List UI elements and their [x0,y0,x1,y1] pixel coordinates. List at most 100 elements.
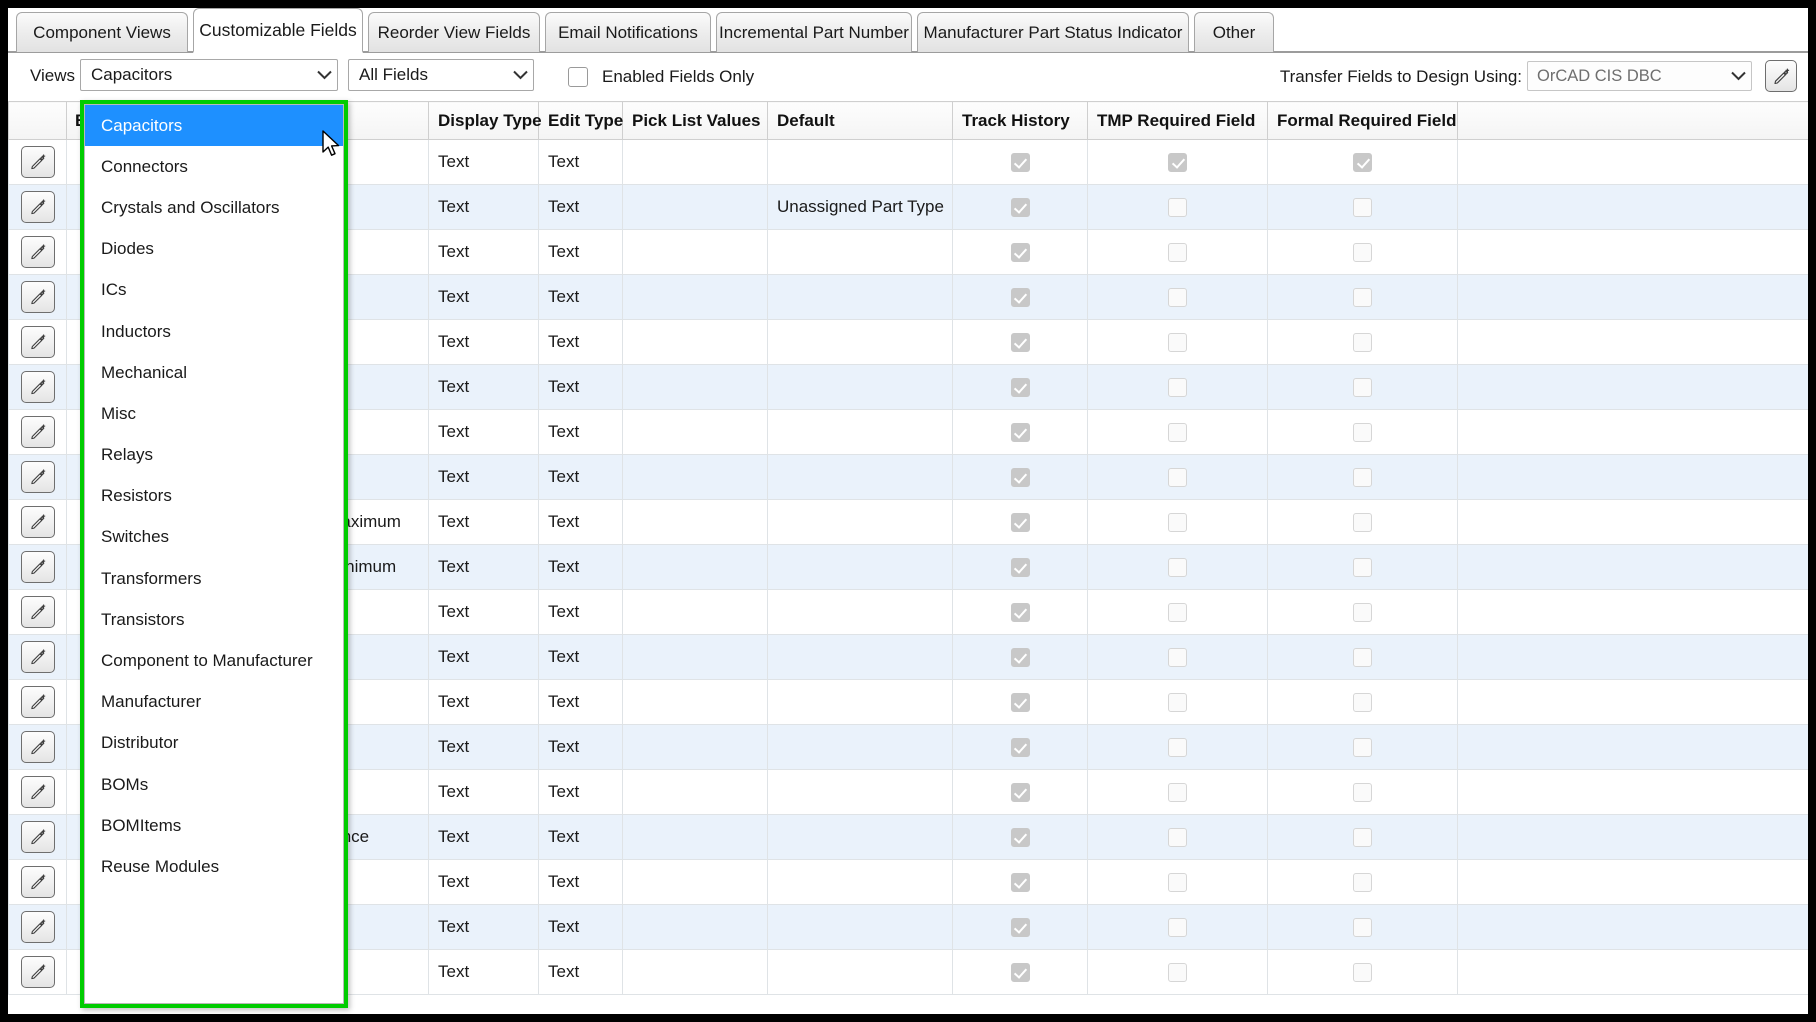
row-edit-button[interactable] [21,191,55,223]
views-dropdown-item[interactable]: Misc [85,393,343,434]
views-dropdown-item[interactable]: Component to Manufacturer [85,640,343,681]
tab-reorder-view-fields[interactable]: Reorder View Fields [368,12,540,52]
tmp-required-checkbox[interactable] [1168,468,1187,487]
tmp-required-checkbox[interactable] [1168,963,1187,982]
views-dropdown-item[interactable]: Distributor [85,723,343,764]
row-edit-button[interactable] [21,911,55,943]
tmp-required-checkbox[interactable] [1168,558,1187,577]
formal-required-checkbox[interactable] [1353,828,1372,847]
tmp-required-checkbox[interactable] [1168,873,1187,892]
row-edit-button[interactable] [21,146,55,178]
column-header-default[interactable]: Default [768,102,953,140]
track-history-checkbox[interactable] [1011,603,1030,622]
track-history-checkbox[interactable] [1011,738,1030,757]
tmp-required-checkbox[interactable] [1168,513,1187,532]
formal-required-checkbox[interactable] [1353,333,1372,352]
views-dropdown-item[interactable]: Reuse Modules [85,846,343,887]
tab-other[interactable]: Other [1194,12,1274,52]
track-history-checkbox[interactable] [1011,648,1030,667]
views-dropdown-item[interactable]: BOMItems [85,805,343,846]
tmp-required-checkbox[interactable] [1168,378,1187,397]
formal-required-checkbox[interactable] [1353,918,1372,937]
views-dropdown-list[interactable]: CapacitorsConnectorsCrystals and Oscilla… [80,100,348,1008]
tmp-required-checkbox[interactable] [1168,693,1187,712]
column-header-edit[interactable] [9,102,67,140]
enabled-fields-only-checkbox[interactable] [568,67,588,87]
formal-required-checkbox[interactable] [1353,738,1372,757]
tab-manufacturer-part-status-indicator[interactable]: Manufacturer Part Status Indicator [917,12,1189,52]
tmp-required-checkbox[interactable] [1168,153,1187,172]
formal-required-checkbox[interactable] [1353,513,1372,532]
track-history-checkbox[interactable] [1011,558,1030,577]
row-edit-button[interactable] [21,776,55,808]
column-header-tmp-required[interactable]: TMP Required Field [1088,102,1268,140]
column-header-edit-type[interactable]: Edit Type [539,102,623,140]
track-history-checkbox[interactable] [1011,378,1030,397]
formal-required-checkbox[interactable] [1353,468,1372,487]
row-edit-button[interactable] [21,281,55,313]
formal-required-checkbox[interactable] [1353,243,1372,262]
views-dropdown-item[interactable]: Connectors [85,146,343,187]
tmp-required-checkbox[interactable] [1168,333,1187,352]
views-dropdown-item[interactable]: Resistors [85,476,343,517]
formal-required-checkbox[interactable] [1353,378,1372,397]
formal-required-checkbox[interactable] [1353,963,1372,982]
row-edit-button[interactable] [21,731,55,763]
formal-required-checkbox[interactable] [1353,198,1372,217]
views-dropdown-item[interactable]: Transistors [85,599,343,640]
track-history-checkbox[interactable] [1011,198,1030,217]
views-dropdown-item[interactable]: Capacitors [85,105,343,146]
formal-required-checkbox[interactable] [1353,648,1372,667]
tmp-required-checkbox[interactable] [1168,288,1187,307]
tmp-required-checkbox[interactable] [1168,738,1187,757]
views-select[interactable]: Capacitors [80,59,338,91]
views-dropdown-item[interactable]: BOMs [85,764,343,805]
tmp-required-checkbox[interactable] [1168,243,1187,262]
column-header-formal-required[interactable]: Formal Required Field [1268,102,1458,140]
views-dropdown-item[interactable]: Switches [85,517,343,558]
views-dropdown-item[interactable]: ICs [85,270,343,311]
track-history-checkbox[interactable] [1011,288,1030,307]
formal-required-checkbox[interactable] [1353,423,1372,442]
row-edit-button[interactable] [21,416,55,448]
transfer-fields-select[interactable]: OrCAD CIS DBC [1527,61,1752,91]
row-edit-button[interactable] [21,551,55,583]
row-edit-button[interactable] [21,821,55,853]
formal-required-checkbox[interactable] [1353,693,1372,712]
track-history-checkbox[interactable] [1011,693,1030,712]
row-edit-button[interactable] [21,596,55,628]
track-history-checkbox[interactable] [1011,153,1030,172]
formal-required-checkbox[interactable] [1353,558,1372,577]
formal-required-checkbox[interactable] [1353,873,1372,892]
transfer-fields-edit-button[interactable] [1765,60,1797,92]
tmp-required-checkbox[interactable] [1168,783,1187,802]
track-history-checkbox[interactable] [1011,783,1030,802]
row-edit-button[interactable] [21,866,55,898]
tmp-required-checkbox[interactable] [1168,198,1187,217]
column-header-pick-list[interactable]: Pick List Values [623,102,768,140]
formal-required-checkbox[interactable] [1353,153,1372,172]
row-edit-button[interactable] [21,506,55,538]
tab-email-notifications[interactable]: Email Notifications [545,12,711,52]
views-dropdown-item[interactable]: Mechanical [85,352,343,393]
views-dropdown-item[interactable]: Manufacturer [85,682,343,723]
row-edit-button[interactable] [21,326,55,358]
row-edit-button[interactable] [21,236,55,268]
tmp-required-checkbox[interactable] [1168,828,1187,847]
formal-required-checkbox[interactable] [1353,603,1372,622]
views-dropdown-item[interactable]: Relays [85,435,343,476]
tab-customizable-fields[interactable]: Customizable Fields [193,8,363,53]
tmp-required-checkbox[interactable] [1168,423,1187,442]
tab-component-views[interactable]: Component Views [16,12,188,52]
tmp-required-checkbox[interactable] [1168,603,1187,622]
track-history-checkbox[interactable] [1011,963,1030,982]
track-history-checkbox[interactable] [1011,828,1030,847]
tab-incremental-part-number[interactable]: Incremental Part Number [716,12,912,52]
track-history-checkbox[interactable] [1011,333,1030,352]
column-header-display-type[interactable]: Display Type [429,102,539,140]
track-history-checkbox[interactable] [1011,873,1030,892]
formal-required-checkbox[interactable] [1353,288,1372,307]
row-edit-button[interactable] [21,686,55,718]
fields-filter-select[interactable]: All Fields [348,59,534,91]
track-history-checkbox[interactable] [1011,918,1030,937]
